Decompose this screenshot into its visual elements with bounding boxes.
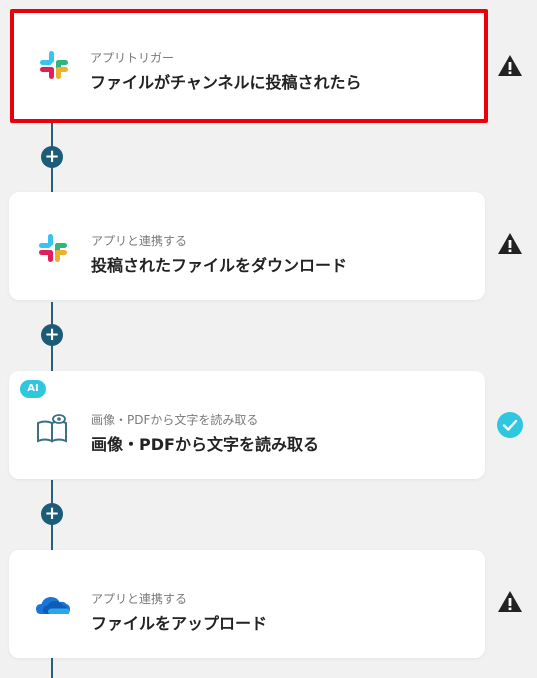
check-circle-icon xyxy=(497,412,523,438)
flow-step-upload[interactable]: アプリと連携する ファイルをアップロード xyxy=(9,550,485,658)
onedrive-icon xyxy=(36,597,70,614)
add-step-button[interactable]: + xyxy=(41,324,63,346)
slack-icon xyxy=(39,234,67,262)
step-title: ファイルがチャンネルに投稿されたら xyxy=(90,73,362,92)
slack-icon xyxy=(40,51,68,79)
step-subtitle: アプリトリガー xyxy=(90,51,175,65)
ai-badge: AI xyxy=(20,380,46,398)
add-step-button[interactable]: + xyxy=(41,146,63,168)
warning-icon xyxy=(498,55,522,76)
step-subtitle: アプリと連携する xyxy=(91,592,188,606)
warning-icon xyxy=(498,591,522,612)
flow-step-ocr[interactable]: 画像・PDFから文字を読み取る 画像・PDFから文字を読み取る xyxy=(9,371,485,479)
flow-connector xyxy=(51,658,53,678)
flow-step-trigger[interactable]: アプリトリガー ファイルがチャンネルに投稿されたら xyxy=(10,9,488,123)
book-eye-icon xyxy=(37,414,67,443)
step-title: ファイルをアップロード xyxy=(91,614,268,633)
step-title: 画像・PDFから文字を読み取る xyxy=(91,435,319,454)
add-step-button[interactable]: + xyxy=(41,503,63,525)
step-subtitle: アプリと連携する xyxy=(91,234,188,248)
flow-step-download[interactable]: アプリと連携する 投稿されたファイルをダウンロード xyxy=(9,192,485,300)
step-title: 投稿されたファイルをダウンロード xyxy=(91,256,348,275)
step-subtitle: 画像・PDFから文字を読み取る xyxy=(91,413,259,427)
warning-icon xyxy=(498,233,522,254)
